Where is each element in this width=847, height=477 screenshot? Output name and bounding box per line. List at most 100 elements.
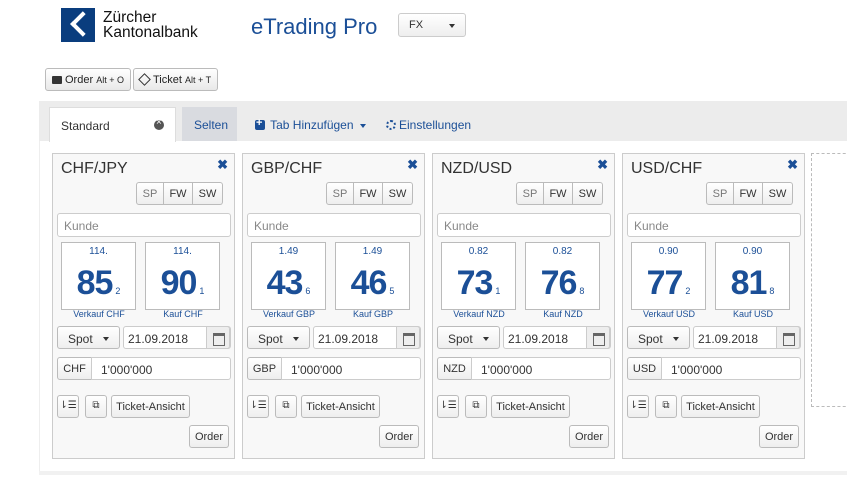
panel-order-button[interactable]: Order [189,425,229,448]
sort-icon[interactable]: ⇂☰ [247,395,269,418]
sell-big-figure: 43 [266,264,304,302]
amount-input[interactable]: 1'000'000 [471,357,611,380]
sell-quote-button[interactable]: 0.90 77 2 [631,242,706,310]
settings-button[interactable]: Einstellungen [386,118,471,132]
customer-input[interactable]: Kunde [437,213,611,237]
currency-select[interactable]: NZD [437,357,472,380]
buy-quote-button[interactable]: 1.49 46 5 [335,242,410,310]
chevron-down-icon [449,24,455,28]
tenor-select[interactable]: Spot [627,326,690,349]
forward-toggle-button[interactable]: FW [734,182,763,205]
value-date: 21.09.2018 [508,332,569,346]
buy-quote-button[interactable]: 0.82 76 8 [525,242,600,310]
currency-panel: USD/CHF ✖ SP FW SW Kunde 0.90 77 2 0.90 8… [622,153,805,459]
amount-input[interactable]: 1'000'000 [281,357,421,380]
sort-icon[interactable]: ⇂☰ [437,395,459,418]
close-icon[interactable]: ✖ [787,157,798,173]
buy-big-figure: 76 [540,264,578,302]
buy-price-big: 81 8 [716,264,789,303]
add-tab-button[interactable]: Tab Hinzufügen [255,117,366,132]
spot-toggle-button[interactable]: SP [136,182,164,205]
sort-icon[interactable]: ⇂☰ [57,395,79,418]
ticket-button[interactable]: Ticket Alt + T [133,68,219,91]
sell-big-figure: 77 [646,264,684,302]
buy-label: Kauf NZD [543,309,583,319]
tag-icon [138,73,151,86]
buy-pip: 8 [769,286,775,296]
tab-selten[interactable]: Selten [182,107,237,141]
currency-panel: NZD/USD ✖ SP FW SW Kunde 0.82 73 1 0.82 7… [432,153,615,459]
panel-order-button[interactable]: Order [759,425,799,448]
sell-pip: 1 [495,286,501,296]
sell-pip: 6 [305,286,311,296]
value-date-input[interactable]: 21.09.2018 [503,326,611,349]
swap-toggle-button[interactable]: SW [193,182,223,205]
order-button[interactable]: Order Alt + O [45,68,131,91]
amount-input[interactable]: 1'000'000 [91,357,231,380]
calendar-icon[interactable] [776,326,800,349]
sell-label: Verkauf CHF [73,309,125,319]
ticket-view-button[interactable]: Ticket-Ansicht [491,395,570,418]
external-link-icon[interactable]: ⧉ [465,395,487,418]
spot-toggle-button[interactable]: SP [706,182,734,205]
external-link-icon[interactable]: ⧉ [85,395,107,418]
buy-pip: 8 [579,286,585,296]
swap-toggle-button[interactable]: SW [383,182,413,205]
tenor-select[interactable]: Spot [247,326,310,349]
buy-quote-button[interactable]: 0.90 81 8 [715,242,790,310]
value-date: 21.09.2018 [318,332,379,346]
buy-price-big: 46 5 [336,264,409,303]
customer-input[interactable]: Kunde [247,213,421,237]
panel-order-button[interactable]: Order [379,425,419,448]
tenor-select[interactable]: Spot [57,326,120,349]
swap-toggle-button[interactable]: SW [573,182,603,205]
currency-select[interactable]: USD [627,357,662,380]
spot-toggle-button[interactable]: SP [326,182,354,205]
swap-toggle-button[interactable]: SW [763,182,793,205]
forward-toggle-button[interactable]: FW [354,182,383,205]
close-icon[interactable] [154,117,164,130]
sell-quote-button[interactable]: 0.82 73 1 [441,242,516,310]
close-icon[interactable]: ✖ [217,157,228,173]
tab-standard[interactable]: Standard [49,107,176,142]
buy-big-figure: 46 [350,264,388,302]
buy-label: Kauf USD [732,309,774,319]
external-link-icon[interactable]: ⧉ [275,395,297,418]
calendar-icon[interactable] [206,326,230,349]
ticket-view-button[interactable]: Ticket-Ansicht [681,395,760,418]
sort-icon[interactable]: ⇂☰ [627,395,649,418]
sell-pip: 2 [685,286,691,296]
tenor-select[interactable]: Spot [437,326,500,349]
tab-standard-label: Standard [61,119,110,133]
tenor-select-value: Spot [258,332,283,346]
calendar-icon[interactable] [396,326,420,349]
ticket-view-button[interactable]: Ticket-Ansicht [111,395,190,418]
sell-quote-button[interactable]: 114. 85 2 [61,242,136,310]
customer-input[interactable]: Kunde [627,213,801,237]
settings-label: Einstellungen [399,118,472,132]
close-icon[interactable]: ✖ [597,157,608,173]
forward-toggle-button[interactable]: FW [164,182,193,205]
calendar-icon[interactable] [586,326,610,349]
buy-price-prefix: 114. [173,246,192,257]
panel-order-button[interactable]: Order [569,425,609,448]
currency-select[interactable]: GBP [247,357,282,380]
market-select[interactable]: FX [398,13,466,37]
value-date-input[interactable]: 21.09.2018 [693,326,801,349]
sell-label: Verkauf NZD [453,309,505,319]
forward-toggle-button[interactable]: FW [544,182,573,205]
currency-select[interactable]: CHF [57,357,92,380]
customer-input[interactable]: Kunde [57,213,231,237]
buy-quote-button[interactable]: 114. 90 1 [145,242,220,310]
spot-toggle-button[interactable]: SP [516,182,544,205]
amount-input[interactable]: 1'000'000 [661,357,801,380]
close-icon[interactable]: ✖ [407,157,418,173]
add-panel-placeholder[interactable] [811,153,847,407]
ticket-view-button[interactable]: Ticket-Ansicht [301,395,380,418]
bank-logo-icon [61,8,95,42]
value-date-input[interactable]: 21.09.2018 [313,326,421,349]
sell-quote-button[interactable]: 1.49 43 6 [251,242,326,310]
chevron-down-icon [673,337,679,341]
value-date-input[interactable]: 21.09.2018 [123,326,231,349]
external-link-icon[interactable]: ⧉ [655,395,677,418]
